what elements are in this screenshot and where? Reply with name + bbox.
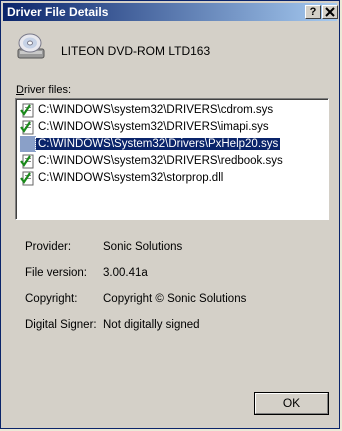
close-icon — [325, 7, 335, 17]
property-label: Digital Signer: — [25, 319, 97, 331]
file-path: C:\WINDOWS\system32\DRIVERS\redbook.sys — [38, 155, 283, 167]
signed-file-icon — [20, 154, 34, 169]
list-item[interactable]: C:\WINDOWS\system32\DRIVERS\cdrom.sys — [20, 102, 273, 118]
file-path: C:\WINDOWS\system32\DRIVERS\cdrom.sys — [38, 104, 274, 116]
unsigned-file-icon — [20, 136, 36, 152]
property-value: 3.00.41a — [103, 267, 148, 279]
list-item[interactable]: C:\WINDOWS\system32\storprop.dll — [20, 170, 223, 186]
file-path: C:\WINDOWS\System32\Drivers\PxHelp20.sys — [34, 137, 282, 151]
ok-button[interactable]: OK — [254, 392, 329, 415]
list-item[interactable]: C:\WINDOWS\system32\DRIVERS\redbook.sys — [20, 153, 283, 169]
signed-file-icon — [20, 103, 34, 118]
help-button[interactable]: ? — [305, 5, 321, 19]
driver-files-label: Driver files: — [16, 84, 72, 96]
optical-drive-icon — [17, 33, 45, 59]
list-item[interactable]: C:\WINDOWS\system32\DRIVERS\imapi.sys — [20, 119, 269, 135]
driver-files-list[interactable]: C:\WINDOWS\system32\DRIVERS\cdrom.sys C:\… — [15, 98, 329, 220]
property-label: Provider: — [25, 241, 72, 253]
file-path: C:\WINDOWS\system32\storprop.dll — [38, 172, 224, 184]
property-value: Copyright © Sonic Solutions — [103, 293, 247, 305]
device-name: LITEON DVD-ROM LTD163 — [61, 44, 211, 58]
close-button[interactable] — [322, 5, 338, 19]
property-label: Copyright: — [25, 293, 78, 305]
list-item[interactable]: C:\WINDOWS\System32\Drivers\PxHelp20.sys — [20, 136, 282, 152]
property-value: Not digitally signed — [103, 319, 200, 331]
title-bar[interactable]: Driver File Details ? — [3, 3, 338, 21]
signed-file-icon — [20, 171, 34, 186]
property-label: File version: — [25, 267, 87, 279]
driver-file-details-dialog: Driver File Details ? LITEON DVD-ROM LTD… — [0, 0, 340, 429]
window-title: Driver File Details — [7, 5, 109, 19]
signed-file-icon — [20, 120, 34, 135]
file-path: C:\WINDOWS\system32\DRIVERS\imapi.sys — [38, 121, 269, 133]
property-value: Sonic Solutions — [103, 241, 183, 253]
